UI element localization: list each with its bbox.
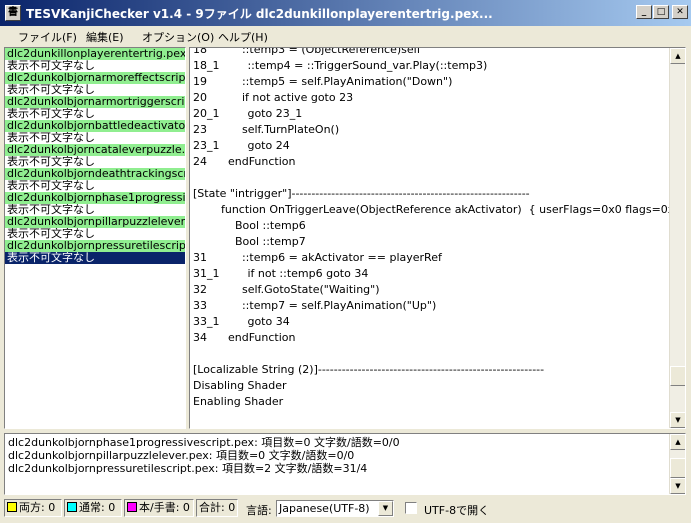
code-scrollbar[interactable]: ▲ ▼ [669,48,685,428]
status-total-label: 合計: [199,501,225,514]
file-status-item[interactable]: 表示不可文字なし [5,84,185,96]
code-line: Bool ::temp6 [193,219,306,232]
log-line: dlc2dunkolbjornpillarpuzzlelever.pex: 項目… [8,449,355,462]
log-scroll-up-button[interactable]: ▲ [670,434,685,450]
file-status-item-selected[interactable]: 表示不可文字なし [5,252,185,264]
status-both: 両方: 0 [4,499,62,517]
language-label: 言語: [246,504,272,517]
code-line: Bool ::temp7 [193,235,306,248]
file-status-item[interactable]: 表示不可文字なし [5,156,185,168]
code-line: 33_1 goto 34 [193,315,290,328]
status-normal-count: 0 [108,501,116,514]
code-line: [Localizable String (2)]----------------… [193,363,545,376]
app-icon: 書 [5,5,21,21]
scroll-down-button[interactable]: ▼ [670,412,685,428]
menu-bar: ファイル(F) 編集(E) オプション(O) ヘルプ(H) [0,26,691,45]
maximize-button[interactable]: □ [653,5,669,19]
log-line: dlc2dunkolbjornpressuretilescript.pex: 項… [8,462,368,475]
file-name-item[interactable]: dlc2dunkolbjornbattledeactivator.pex [5,120,185,132]
menu-help[interactable]: ヘルプ(H) [218,29,268,45]
log-scroll-down-button[interactable]: ▼ [670,478,685,494]
code-view[interactable]: 18 ::temp3 = (ObjectReference)self18_1 :… [189,47,686,429]
status-book: 本/手書: 0 [124,499,194,517]
code-line: 31_1 if not ::temp6 goto 34 [193,267,369,280]
status-normal: 通常: 0 [64,499,122,517]
minimize-button[interactable]: _ [636,5,652,19]
code-lines: 18 ::temp3 = (ObjectReference)self18_1 :… [193,47,686,426]
file-status-item[interactable]: 表示不可文字なし [5,228,185,240]
file-name-item[interactable]: dlc2dunkillonplayerentertrig.pex [5,48,185,60]
file-name-item[interactable]: dlc2dunkolbjornarmoreffectscript.pex [5,72,185,84]
file-status-item[interactable]: 表示不可文字なし [5,180,185,192]
menu-options[interactable]: オプション(O) [142,29,214,45]
file-name-item[interactable]: dlc2dunkolbjornarmortriggerscript.pex [5,96,185,108]
dropdown-arrow-icon[interactable]: ▼ [378,501,393,516]
code-line: Disabling Shader [193,379,287,392]
title-bar[interactable]: 書 TESVKanjiChecker v1.4 - 9ファイル dlc2dunk… [0,0,691,26]
code-line: 23_1 goto 24 [193,139,290,152]
log-line: dlc2dunkolbjornphase1progressivescript.p… [8,436,400,449]
file-status-item[interactable]: 表示不可文字なし [5,108,185,120]
status-both-label: 両方: [19,501,45,514]
file-name-item[interactable]: dlc2dunkolbjornphase1progressivescript.p… [5,192,185,204]
file-name-item[interactable]: dlc2dunkolbjorndeathtrackingscript.pex [5,168,185,180]
status-total: 合計: 0 [196,499,238,517]
status-total-count: 0 [228,501,236,514]
status-book-label: 本/手書: [139,501,180,514]
both-color-swatch [7,502,17,512]
status-bar: 両方: 0 通常: 0 本/手書: 0 合計: 0 言語: Japanese(U… [0,497,691,523]
menu-file[interactable]: ファイル(F) [18,29,77,45]
log-view[interactable]: dlc2dunkolbjornphase1progressivescript.p… [4,433,686,495]
utf8-open-label[interactable]: UTF-8で開く [424,502,489,518]
code-line: 34 endFunction [193,331,296,344]
code-line: 20 if not active goto 23 [193,91,354,104]
code-line: 19 ::temp5 = self.PlayAnimation("Down") [193,75,453,88]
code-line: 31 ::temp6 = akActivator == playerRef [193,251,442,264]
language-value: Japanese(UTF-8) [279,502,370,515]
code-line: function OnTriggerLeave(ObjectReference … [193,203,686,216]
code-line: 18_1 ::temp4 = ::TriggerSound_var.Play(:… [193,59,488,72]
log-scroll-thumb[interactable] [670,458,685,478]
code-line: 18 ::temp3 = (ObjectReference)self [193,47,421,56]
file-status-item[interactable]: 表示不可文字なし [5,60,185,72]
status-both-count: 0 [48,501,56,514]
close-button[interactable]: ✕ [672,5,688,19]
book-color-swatch [127,502,137,512]
file-status-item[interactable]: 表示不可文字なし [5,132,185,144]
code-line: 32 self.GotoState("Waiting") [193,283,380,296]
code-line: 24 endFunction [193,155,296,168]
log-scrollbar[interactable]: ▲ ▼ [669,434,685,494]
code-line: [State "intrigger"]---------------------… [193,187,530,200]
normal-color-swatch [67,502,77,512]
code-line: Enabling Shader [193,395,284,408]
code-line: 33 ::temp7 = self.PlayAnimation("Up") [193,299,437,312]
language-select[interactable]: Japanese(UTF-8) ▼ [276,500,394,517]
file-name-item[interactable]: dlc2dunkolbjorncataleverpuzzle.pex [5,144,185,156]
code-line: 20_1 goto 23_1 [193,107,303,120]
scroll-up-button[interactable]: ▲ [670,48,685,64]
menu-edit[interactable]: 編集(E) [86,29,124,45]
file-name-item[interactable]: dlc2dunkolbjornpressuretilescript.pex [5,240,185,252]
file-list[interactable]: dlc2dunkillonplayerentertrig.pex 表示不可文字なし… [4,47,186,429]
status-normal-label: 通常: [79,501,105,514]
scroll-thumb[interactable] [670,366,685,386]
window-title: TESVKanjiChecker v1.4 - 9ファイル dlc2dunkil… [26,7,493,21]
file-name-item[interactable]: dlc2dunkolbjornpillarpuzzlelever.pex [5,216,185,228]
file-status-item[interactable]: 表示不可文字なし [5,204,185,216]
status-book-count: 0 [182,501,190,514]
utf8-open-checkbox[interactable] [405,502,417,514]
code-line: 23 self.TurnPlateOn() [193,123,340,136]
